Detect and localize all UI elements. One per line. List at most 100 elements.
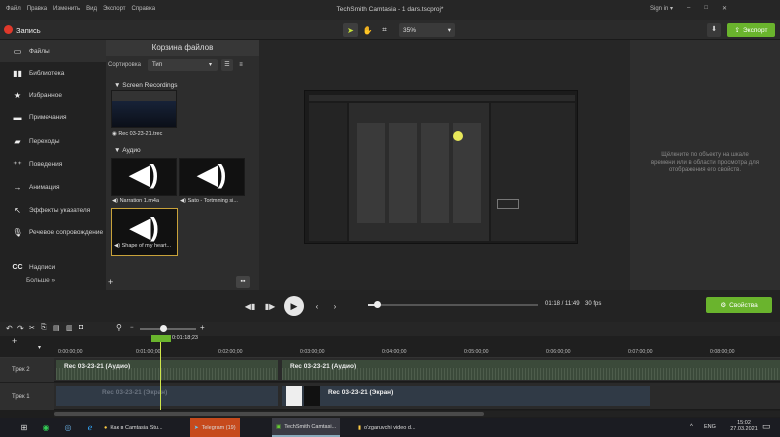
step-back-icon[interactable]: ◀▮ — [242, 298, 258, 314]
add-track-icon[interactable]: + — [12, 336, 17, 346]
group-screen-recordings[interactable]: ▼ Screen Recordings — [114, 82, 178, 89]
video-preview[interactable] — [304, 90, 578, 244]
taskbar-app[interactable]: ● Как в Camtasia Stu... — [100, 418, 167, 437]
cursor-effects-icon: ↖ — [14, 205, 21, 215]
export-button[interactable]: ⇪ Экспорт — [727, 23, 775, 37]
audio-clip[interactable]: Rec 03-23-21 (Аудио) — [282, 360, 780, 380]
zoom-plus-icon[interactable]: + — [200, 323, 205, 332]
select-tool-icon[interactable]: ➤ — [343, 23, 358, 37]
menu-view[interactable]: Вид — [86, 6, 97, 12]
sidebar-item-annotations[interactable]: ▬ Примечания — [0, 106, 106, 128]
notifications-icon[interactable]: ▭ — [762, 421, 771, 432]
properties-hint: Щёлкните по объекту на шкале времени или… — [650, 152, 760, 173]
redo-icon[interactable]: ↷ — [17, 324, 24, 333]
add-media-button[interactable]: + — [108, 277, 113, 287]
timeline-ruler[interactable]: + ▾ 0:00:00;00 0:01:00;00 0:02:00;00 0:0… — [0, 336, 780, 358]
close-button[interactable]: ✕ — [722, 5, 727, 12]
menu-help[interactable]: Справка — [132, 6, 156, 12]
whatsapp-icon[interactable]: ◉ — [38, 419, 54, 435]
window-controls: Sign in ▾ – □ ✕ — [650, 5, 727, 12]
video-clip[interactable]: Rec 03-23-21 (Экран) — [56, 386, 278, 406]
tray-chevron-icon[interactable]: ^ — [690, 424, 693, 430]
preview-bin — [349, 103, 489, 241]
taskbar-app[interactable]: ▣ TechSmith Camtasi... — [272, 418, 341, 437]
copy-icon[interactable]: ⎘ — [41, 324, 47, 332]
zoom-select[interactable]: 35% ▾ — [399, 23, 455, 37]
chevron-down-icon[interactable]: ▾ — [38, 344, 41, 351]
sort-select[interactable]: Тип — [148, 59, 218, 71]
crop-tool-icon[interactable]: ⌗ — [377, 23, 392, 37]
audio-clip[interactable]: Rec 03-23-21 (Аудио) — [56, 360, 278, 380]
chrome-icon[interactable]: ◎ — [60, 419, 76, 435]
previous-icon[interactable]: ‹ — [309, 298, 325, 314]
group-audio[interactable]: ▼ Аудио — [114, 147, 141, 154]
track-2: Трек 2 Rec 03-23-21 (Аудио) Rec 03-23-21… — [0, 358, 780, 382]
sign-in-link[interactable]: Sign in ▾ — [650, 5, 673, 12]
chevron-down-icon: ▾ — [447, 27, 451, 34]
edge-icon[interactable]: ℯ — [82, 419, 98, 435]
sidebar-item-voice-narration[interactable]: 🎙 Речевое сопровождение — [0, 221, 106, 243]
zoom-out-icon[interactable]: ⚲ — [116, 323, 122, 332]
scrub-handle[interactable] — [374, 301, 381, 308]
video-clip[interactable]: Rec 03-23-21 (Экран) — [282, 386, 650, 406]
undo-icon[interactable]: ↶ — [6, 324, 13, 333]
cut-icon[interactable]: ✂ — [29, 324, 35, 332]
step-forward-icon[interactable]: ▮▶ — [262, 298, 278, 314]
paste-icon[interactable]: ▤ — [53, 324, 60, 332]
clock[interactable]: 15:02 27.03.2021 — [730, 420, 758, 432]
sidebar-item-library[interactable]: ▮▮ Библиотека — [0, 62, 106, 84]
sidebar-item-captions[interactable]: CC Надписи — [0, 256, 106, 278]
speaker-icon: ◀) — [197, 159, 227, 189]
sort-order-icon[interactable]: ≡ — [235, 59, 247, 71]
canvas-area — [259, 40, 630, 290]
grid-view-button[interactable]: ▪▪ — [236, 276, 250, 288]
timeline-zoom-slider[interactable] — [140, 328, 196, 330]
sidebar-item-behaviors[interactable]: ⁺⁺ Поведения — [0, 153, 106, 175]
track-1: Трек 1 Rec 03-23-21 (Экран) Rec 03-23-21… — [0, 383, 780, 410]
properties-button[interactable]: ⚙ Свойства — [706, 297, 772, 313]
ruler-tick: 0:01:00;00 — [136, 349, 161, 355]
split-icon[interactable]: ▥ — [66, 324, 73, 332]
record-icon[interactable] — [4, 25, 13, 34]
clock-date: 27.03.2021 — [730, 426, 758, 432]
minimize-button[interactable]: – — [687, 5, 690, 12]
more-button[interactable]: Больше » — [26, 277, 55, 284]
scrub-bar[interactable] — [368, 304, 538, 306]
sidebar-item-files[interactable]: ▭ Файлы — [0, 40, 106, 62]
taskbar-app[interactable]: ▮ o'zgaruvchi video d... — [354, 418, 420, 437]
download-icon[interactable]: ⬇ — [707, 23, 721, 37]
details-view-icon[interactable]: ☰ — [221, 59, 233, 71]
preview-properties — [491, 103, 575, 241]
play-button[interactable]: ▶ — [284, 296, 304, 316]
ruler-tick: 0:03:00;00 — [300, 349, 325, 355]
audio-thumbnail-selected[interactable]: ◀) ◀) Shape of my heart... — [111, 208, 178, 256]
sidebar-item-transitions[interactable]: ▰ Переходы — [0, 130, 106, 152]
snapshot-icon[interactable]: ◘ — [79, 324, 83, 331]
menu-file[interactable]: Файл — [6, 6, 21, 12]
timeline-scrollbar[interactable] — [54, 411, 780, 417]
audio-thumbnail[interactable]: ◀) — [179, 158, 245, 196]
record-button[interactable]: Запись — [16, 26, 41, 35]
windows-start-icon[interactable]: ⊞ — [16, 419, 32, 435]
sidebar-item-favorites[interactable]: ★ Избранное — [0, 84, 106, 106]
language-indicator[interactable]: ENG — [704, 424, 716, 430]
menu-edit[interactable]: Правка — [27, 6, 47, 12]
sidebar-item-animations[interactable]: → Анимация — [0, 176, 106, 198]
share-icon: ⇪ — [734, 27, 740, 34]
taskbar-app[interactable]: ➤ Telegram (19) — [190, 418, 240, 437]
menu-modify[interactable]: Изменить — [53, 6, 80, 12]
playhead-handle[interactable] — [151, 335, 171, 342]
recording-thumbnail[interactable] — [111, 90, 177, 128]
pan-tool-icon[interactable]: ✋ — [360, 23, 375, 37]
scrollbar-thumb[interactable] — [54, 412, 484, 416]
next-icon[interactable]: › — [327, 298, 343, 314]
sidebar-item-cursor-effects[interactable]: ↖ Эффекты указателя — [0, 199, 106, 221]
properties-panel: Щёлкните по объекту на шкале времени или… — [630, 40, 780, 290]
zoom-minus-icon[interactable]: − — [130, 325, 134, 331]
timeline-zoom-handle[interactable] — [160, 325, 167, 332]
audio-thumbnail[interactable]: ◀) — [111, 158, 177, 196]
sidebar-item-label: Библиотека — [29, 69, 65, 77]
menu-export[interactable]: Экспорт — [103, 6, 126, 12]
maximize-button[interactable]: □ — [704, 5, 708, 12]
ruler-tick: 0:04:00;00 — [382, 349, 407, 355]
